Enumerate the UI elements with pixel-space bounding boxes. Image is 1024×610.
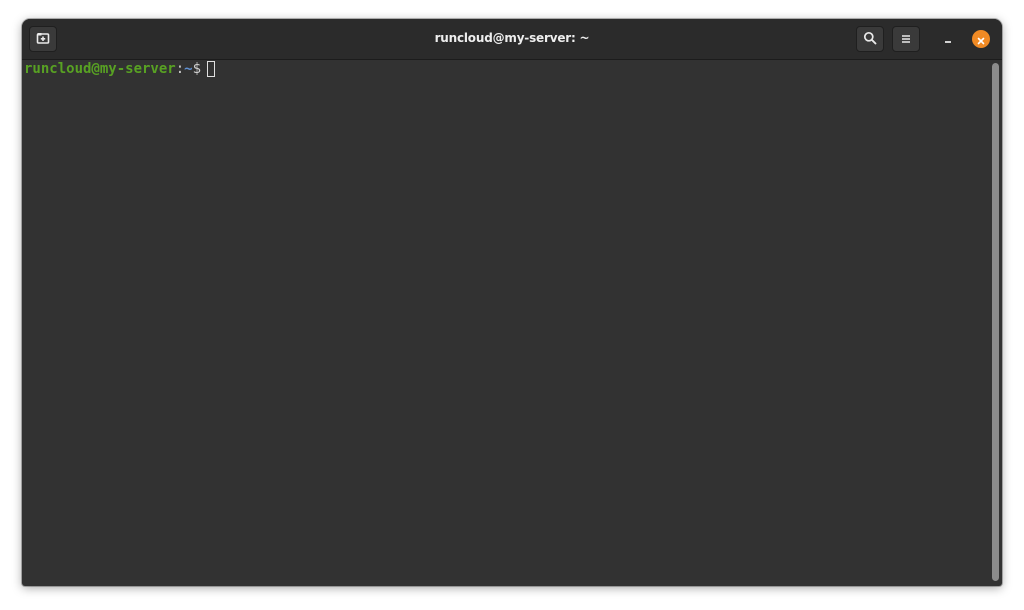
close-icon [977, 30, 985, 49]
terminal-output[interactable]: runcloud@my-server: ~ $ [22, 60, 990, 586]
hamburger-menu-icon [900, 30, 912, 49]
prompt-separator: : [175, 61, 185, 77]
minimize-icon [943, 30, 953, 49]
text-cursor [207, 61, 216, 77]
vertical-scrollbar[interactable] [992, 63, 999, 581]
minimize-button[interactable] [936, 27, 960, 51]
window-title: runcloud@my-server: ~ [434, 31, 590, 45]
menu-button[interactable] [892, 26, 920, 52]
prompt-line: runcloud@my-server: ~ $ [24, 60, 990, 78]
search-button[interactable] [856, 26, 884, 52]
scrollbar-thumb[interactable] [992, 63, 999, 581]
close-button[interactable] [972, 30, 990, 48]
prompt-path: ~ [184, 61, 193, 77]
terminal-window: runcloud@my-server: ~ runcloud@my-server… [22, 19, 1002, 586]
prompt-symbol: $ [192, 61, 202, 77]
prompt-user: runcloud@my-server [24, 61, 176, 77]
title-bar[interactable]: runcloud@my-server: ~ [22, 19, 1002, 60]
search-icon [863, 30, 877, 49]
